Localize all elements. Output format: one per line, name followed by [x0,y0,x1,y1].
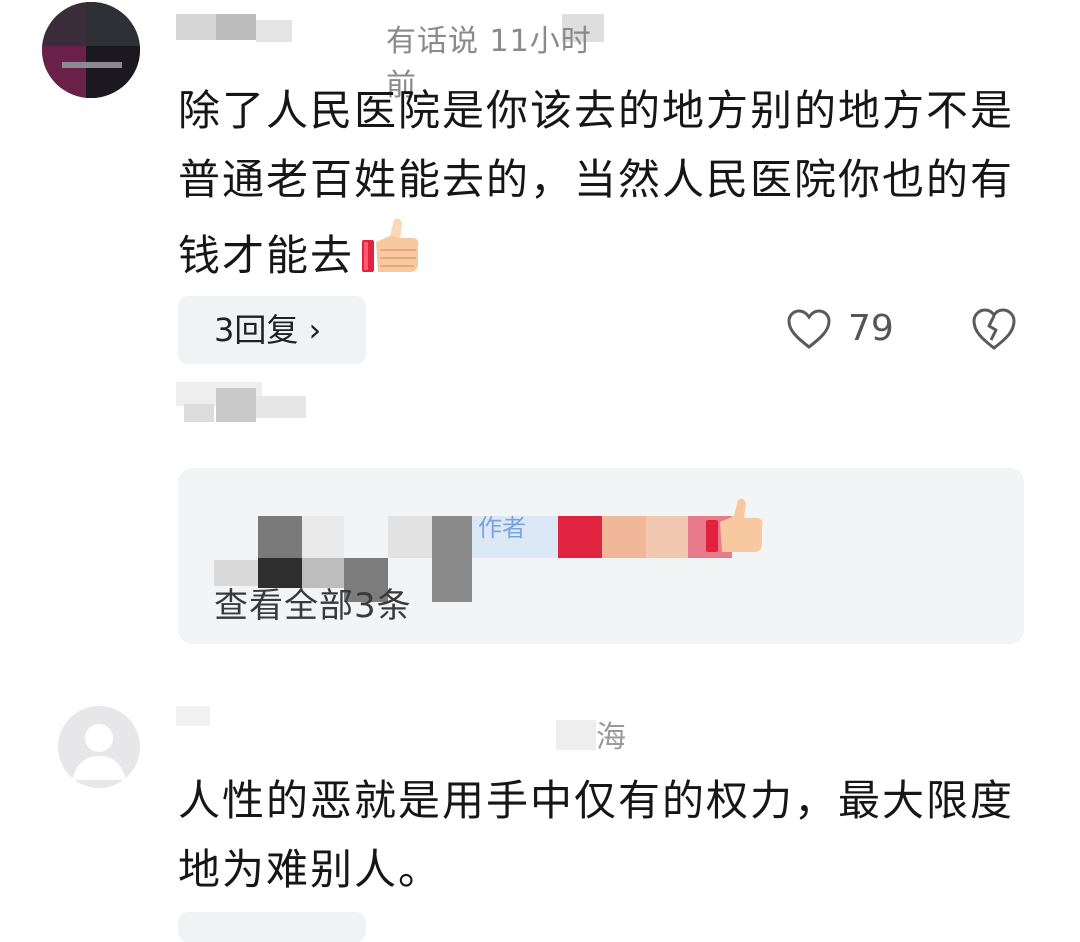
author-label: 作者 [478,514,526,542]
comment-text-content: 人性的恶就是用手中仅有的权力，最大限度地为难别人。 [178,776,1015,894]
view-replies-button[interactable]: 3回复 › [178,296,366,364]
thumbs-up-icon [360,214,422,296]
comment-meta: 有话说 11小时前 [176,14,616,103]
author-liked-tag [176,382,346,430]
view-replies-button[interactable] [178,912,366,942]
commenter-avatar[interactable] [42,2,140,98]
thumbs-up-icon [706,498,763,552]
comment-text-content: 除了人民医院是你该去的地方别的地方不是普通老百姓能去的，当然人民医院你也的有钱才… [178,86,1015,280]
commenter-avatar[interactable] [58,706,140,788]
default-avatar-icon [72,724,126,780]
view-replies-label: 3回复 › [214,311,322,349]
heart-outline-icon [787,309,831,349]
comment-location: 海 [596,720,626,755]
comment-text: 人性的恶就是用手中仅有的权力，最大限度地为难别人。 [178,766,1018,904]
reply-preview[interactable]: 作者 查看全部3条 [178,468,1024,644]
comment-meta: 海 [176,706,636,755]
dislike-button[interactable] [970,306,1018,354]
comment-text: 除了人民医院是你该去的地方别的地方不是普通老百姓能去的，当然人民医院你也的有钱才… [178,76,1018,296]
view-all-replies-link[interactable]: 查看全部3条 [214,578,412,627]
broken-heart-icon [972,308,1016,350]
like-count: 79 [848,308,894,349]
